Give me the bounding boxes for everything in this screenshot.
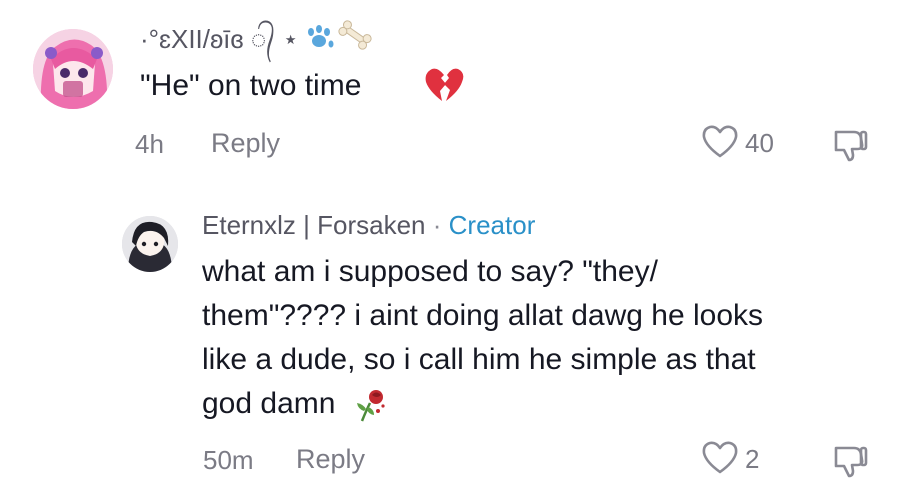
like-count: 40: [745, 128, 774, 158]
dislike-button[interactable]: [830, 440, 870, 480]
comment-username[interactable]: ·°ɛXII/ʚīɞ ᭄ ⋆: [140, 20, 299, 67]
comment-line: like a dude, so i call him he simple as …: [202, 343, 756, 376]
comment-body: "He" on two time: [140, 69, 362, 102]
like-button[interactable]: [700, 124, 740, 160]
thumbs-down-icon: [834, 446, 868, 478]
comment-timestamp: 50m: [203, 445, 254, 475]
like-count: 2: [745, 444, 760, 474]
bone-icon: [336, 20, 374, 50]
comment-username[interactable]: Eternxlz | Forsaken: [202, 210, 426, 240]
dislike-button[interactable]: [830, 124, 870, 164]
avatar[interactable]: [122, 216, 178, 272]
thumbs-down-icon: [834, 130, 868, 162]
reply-button[interactable]: Reply: [211, 128, 280, 159]
separator-dot: ·: [432, 210, 442, 240]
avatar[interactable]: [33, 29, 113, 109]
broken-heart-icon: [424, 67, 464, 103]
wilted-rose-icon: [354, 387, 388, 423]
comment-line: god damn: [202, 382, 892, 426]
heart-outline-icon: [702, 125, 738, 158]
reply-button[interactable]: Reply: [296, 444, 365, 475]
comment-line: them"???? i aint doing allat dawg he loo…: [202, 299, 764, 332]
comment-text: "He" on two time: [140, 64, 361, 108]
comment-line-text: god damn: [202, 387, 336, 420]
comment-line: what am i supposed to say? "they/: [202, 255, 658, 288]
comment-text: what am i supposed to say? "they/ them"?…: [202, 250, 892, 426]
comment-username-line: Eternxlz | Forsaken · Creator: [202, 210, 535, 241]
heart-outline-icon: [702, 441, 738, 474]
comment-timestamp: 4h: [135, 129, 164, 159]
paw-print-icon: [303, 24, 337, 52]
anime-avatar-image: [33, 29, 113, 109]
anime-avatar-image: [122, 216, 178, 272]
creator-badge: Creator: [448, 210, 536, 240]
like-button[interactable]: [700, 440, 740, 476]
